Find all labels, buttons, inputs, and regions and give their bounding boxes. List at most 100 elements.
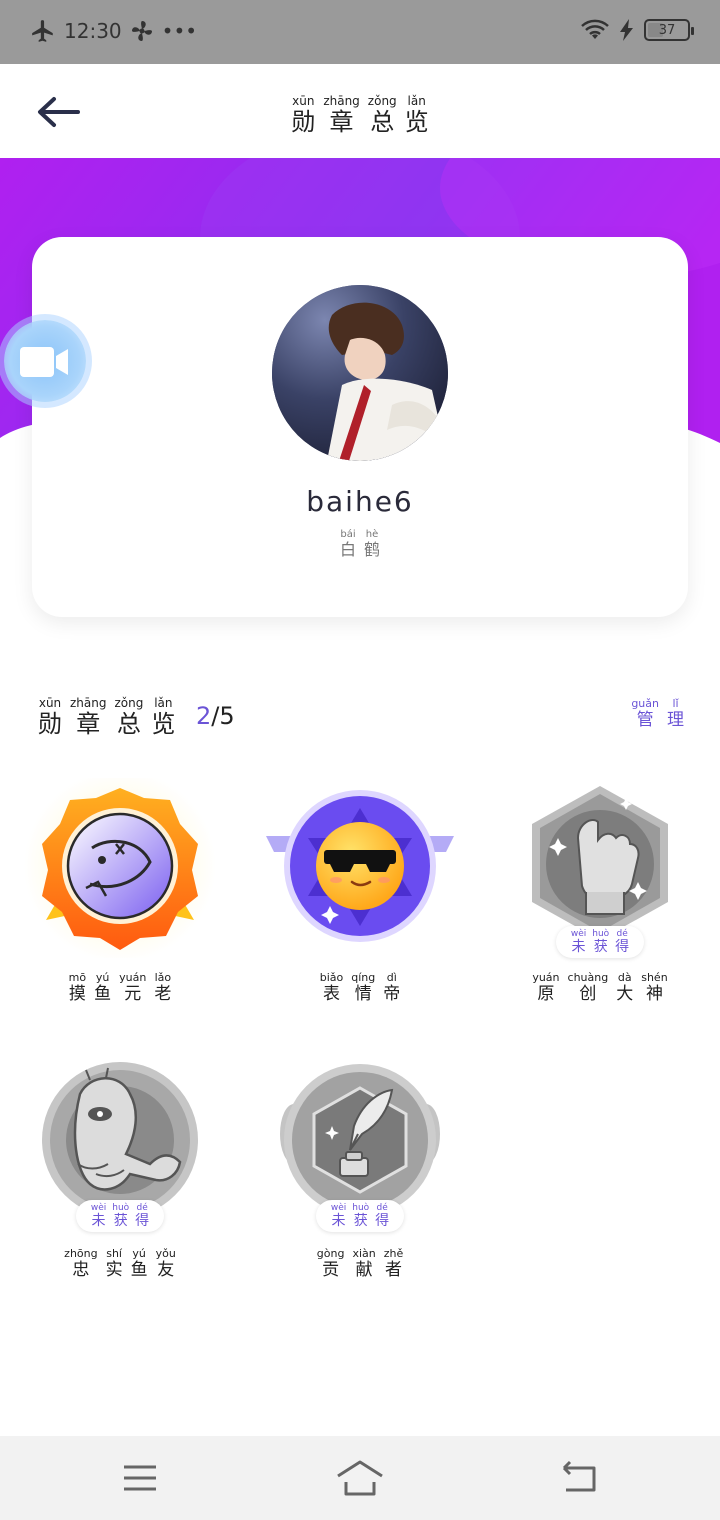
- hanzi: 原: [537, 984, 555, 1004]
- video-camera-icon: [20, 347, 68, 377]
- badges-section-header: xūn 勋 zhāng 章 zǒng 总 lǎn 览 2/5 guǎn 管 lǐ 理: [38, 692, 684, 738]
- app-header: xūn 勋 zhāng 章 zǒng 总 lǎn 览: [0, 64, 720, 158]
- ruby-char: dé 得: [135, 1203, 149, 1229]
- pinyin: qíng: [351, 971, 376, 984]
- hanzi: 览: [404, 108, 429, 136]
- unobtained-tag: wèi 未 huò 获 dé 得: [556, 926, 644, 958]
- ruby-char: huò 获: [592, 929, 609, 955]
- pinyin: lǐ: [672, 697, 679, 710]
- hanzi: 总: [370, 108, 395, 136]
- hanzi: 勋: [291, 108, 316, 136]
- charging-bolt-icon: [620, 19, 633, 41]
- ruby-char: xūn 勋: [38, 696, 62, 738]
- ruby-char: wèi 未: [571, 929, 586, 955]
- ruby-char: shí 实: [106, 1247, 123, 1281]
- pinyin: wèi: [330, 1203, 347, 1213]
- hanzi: 友: [157, 1260, 175, 1280]
- hanzi: 大: [616, 984, 634, 1004]
- pinyin: lǎo: [154, 971, 172, 984]
- ruby-char: guǎn 管: [631, 698, 659, 731]
- manage-button[interactable]: guǎn 管 lǐ 理: [631, 692, 684, 731]
- pinyin: zhōng: [64, 1247, 98, 1260]
- battery-level: 37: [658, 22, 676, 38]
- hanzi: 得: [615, 939, 630, 955]
- pinyin: shí: [106, 1247, 122, 1260]
- section-title: xūn 勋 zhāng 章 zǒng 总 lǎn 览: [38, 696, 175, 738]
- badge-name: gòng 贡 xiàn 献 zhě 者: [260, 1247, 460, 1281]
- pinyin: xūn: [38, 696, 62, 710]
- hanzi: 鱼: [94, 984, 112, 1004]
- ruby-char: zǒng 总: [114, 696, 143, 738]
- badge-name: yuán 原 chuàng 创 dà 大 shén 神: [500, 971, 700, 1005]
- ruby-char: lǎn 览: [151, 696, 175, 738]
- badge-zhongshi-yuyou[interactable]: wèi 未 huò 获 dé 得 zhōng 忠 shí 实 yú 鱼 yǒu 友: [20, 1054, 220, 1294]
- hanzi: 老: [154, 984, 172, 1004]
- unobtained-tag: wèi 未 huò 获 dé 得: [316, 1200, 404, 1232]
- badge-gongxian-zhe[interactable]: wèi 未 huò 获 dé 得 gòng 贡 xiàn 献 zhě 者: [260, 1054, 460, 1294]
- ruby-char: zǒng 总: [368, 94, 397, 136]
- pinyin: yú: [132, 1247, 146, 1260]
- system-nav-bar: [0, 1436, 720, 1520]
- pinyin: zǒng: [367, 94, 397, 108]
- pinyin: wèi: [90, 1203, 107, 1213]
- hanzi: 摸: [68, 984, 86, 1004]
- ruby-char: lǐ 理: [667, 697, 684, 731]
- pinyin: gòng: [316, 1247, 345, 1260]
- pinyin: dé: [136, 1203, 148, 1213]
- hanzi: 获: [353, 1213, 368, 1229]
- hanzi: 献: [355, 1260, 373, 1280]
- nav-back-button[interactable]: [560, 1458, 600, 1498]
- pinyin: zǒng: [114, 696, 144, 710]
- badge-name: mō 摸 yú 鱼 yuán 元 lǎo 老: [20, 971, 220, 1005]
- pinyin: yú: [95, 971, 110, 984]
- pinyin: yuán: [532, 971, 560, 984]
- hanzi: 表: [322, 984, 340, 1004]
- ruby-char: bái 白: [340, 529, 356, 559]
- pinyin: xiàn: [352, 1247, 376, 1260]
- ruby-char: yú 鱼: [94, 971, 112, 1005]
- floating-video-button[interactable]: [4, 320, 86, 402]
- ruby-char: zhōng 忠: [64, 1247, 98, 1281]
- pinyin: dé: [376, 1203, 388, 1213]
- hanzi: 章: [76, 710, 101, 738]
- pinyin: shén: [641, 971, 668, 984]
- pinyin: huò: [352, 1203, 370, 1213]
- badge-biaoqing-di[interactable]: biǎo 表 qíng 情 dì 帝: [260, 778, 460, 1018]
- ruby-char: qíng 情: [351, 971, 376, 1005]
- pinyin: chuàng: [567, 971, 609, 984]
- hanzi: 白: [339, 540, 356, 559]
- hanzi: 总: [116, 710, 141, 738]
- pinyin: huò: [112, 1203, 130, 1213]
- ruby-char: yuán 原: [532, 971, 560, 1005]
- ruby-char: wèi 未: [331, 1203, 346, 1229]
- ruby-char: mō 摸: [68, 972, 86, 1005]
- ruby-char: dé 得: [615, 929, 629, 955]
- pinyin: wèi: [570, 929, 587, 939]
- hanzi: 情: [354, 984, 372, 1004]
- nav-home-button[interactable]: [336, 1458, 384, 1498]
- ruby-char: dé 得: [375, 1203, 389, 1229]
- ruby-char: huò 获: [352, 1203, 369, 1229]
- pinyin: yǒu: [155, 1247, 176, 1260]
- pinyin: xūn: [292, 94, 315, 108]
- ruby-char: yuán 元: [119, 972, 146, 1005]
- pinyin: biǎo: [319, 971, 344, 984]
- badge-yuanchuang-dashen[interactable]: wèi 未 huò 获 dé 得 yuán 原 chuàng 创 dà 大 shén 神: [500, 778, 700, 1018]
- unobtained-tag: wèi 未 huò 获 dé 得: [76, 1200, 164, 1232]
- nav-menu-button[interactable]: [120, 1458, 160, 1498]
- pinyin: zhāng: [323, 94, 360, 108]
- hanzi: 创: [579, 984, 597, 1004]
- airplane-icon: [32, 20, 53, 42]
- hanzi: 元: [124, 984, 142, 1004]
- ruby-char: xūn 勋: [291, 94, 315, 136]
- badge-icon: [260, 778, 460, 958]
- avatar[interactable]: [272, 285, 448, 461]
- return-icon: [562, 1460, 596, 1492]
- badge-moyu-yuanlao[interactable]: mō 摸 yú 鱼 yuán 元 lǎo 老: [20, 778, 220, 1018]
- badge-icon: [20, 778, 220, 958]
- pinyin: lǎn: [407, 94, 426, 108]
- hanzi: 得: [135, 1213, 150, 1229]
- home-icon: [337, 1460, 383, 1496]
- badge-count-obtained: 2: [196, 702, 212, 730]
- ruby-char: xiàn 献: [352, 1247, 376, 1281]
